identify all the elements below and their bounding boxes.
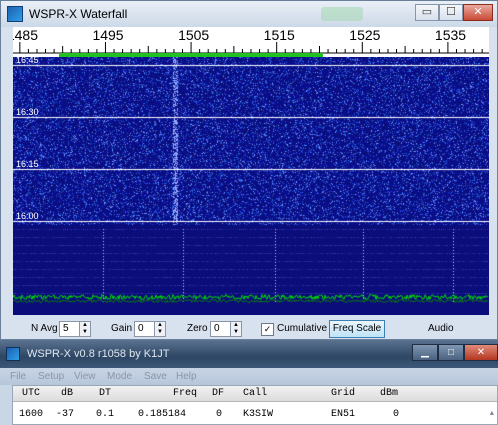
navg-spinbox[interactable]: 5 ▲ ▼	[59, 321, 91, 337]
col-utc[interactable]: UTC	[22, 388, 40, 399]
freq-scale-button[interactable]: Freq Scale	[329, 320, 385, 338]
waterfall-display[interactable]: 16:45 16:30 16:15 16:00	[13, 57, 489, 315]
scale-label: 1505	[178, 27, 210, 43]
navg-label: N Avg	[31, 323, 58, 334]
scale-label: 1535	[434, 27, 467, 43]
audio-label: Audio	[428, 323, 454, 334]
waterfall-controls: N Avg 5 ▲ ▼ Gain 0 ▲ ▼ Zero 0 ▲ ▼ ✓ Cumulative…	[13, 319, 489, 339]
close-button[interactable]: ✕	[464, 344, 498, 361]
cell-dt: 0.1	[96, 409, 115, 420]
app-icon	[7, 6, 23, 22]
menu-help[interactable]: Help	[176, 371, 197, 382]
gain-value: 0	[138, 323, 144, 334]
main-titlebar[interactable]: WSPR-X v0.8 r1058 by K1JT ▁ □ ✕	[0, 340, 498, 368]
waterfall-titlebar[interactable]: WSPR-X Waterfall ▭ ☐ ✕	[1, 1, 497, 27]
cell-freq: 0.185184	[138, 409, 187, 420]
cell-db: -37	[56, 409, 75, 420]
main-window: WSPR-X v0.8 r1058 by K1JT ▁ □ ✕ File Set…	[0, 340, 498, 425]
cell-dbm: 0	[393, 409, 400, 420]
col-dbm[interactable]: dBm	[380, 388, 398, 399]
scale-label: 1485	[13, 27, 39, 43]
maximize-button[interactable]: ☐	[439, 4, 463, 21]
decodes-table: UTC dB DT Freq DF Call Grid dBm 1600 -37…	[12, 385, 498, 425]
spin-arrows-icon[interactable]: ▲ ▼	[79, 322, 90, 336]
spin-arrows-icon[interactable]: ▲ ▼	[230, 322, 241, 336]
time-mark-label: 16:30	[16, 107, 39, 117]
title-highlight	[321, 7, 363, 21]
close-button[interactable]: ✕	[463, 4, 493, 21]
cumulative-checkbox[interactable]: ✓	[261, 323, 274, 336]
table-header: UTC dB DT Freq DF Call Grid dBm	[13, 386, 497, 402]
gain-spinbox[interactable]: 0 ▲ ▼	[134, 321, 166, 337]
menu-mode[interactable]: Mode	[107, 371, 132, 382]
spin-arrows-icon[interactable]: ▲ ▼	[154, 322, 165, 336]
waterfall-title: WSPR-X Waterfall	[29, 7, 128, 21]
scale-label: 1515	[263, 27, 295, 43]
cell-df: 0	[216, 409, 223, 420]
time-mark-label: 16:45	[16, 57, 39, 65]
cell-call: K3SIW	[243, 409, 274, 420]
menu-file[interactable]: File	[10, 371, 26, 382]
col-call[interactable]: Call	[243, 388, 267, 399]
zero-value: 0	[214, 323, 220, 334]
col-freq[interactable]: Freq	[173, 388, 197, 399]
zero-spinbox[interactable]: 0 ▲ ▼	[210, 321, 242, 337]
cell-grid: EN51	[331, 409, 356, 420]
gain-label: Gain	[111, 323, 133, 334]
col-df[interactable]: DF	[212, 388, 224, 399]
col-grid[interactable]: Grid	[331, 388, 355, 399]
scale-label: 1495	[92, 27, 124, 43]
main-title: WSPR-X v0.8 r1058 by K1JT	[27, 348, 170, 360]
waterfall-canvas	[13, 57, 489, 315]
menu-setup[interactable]: Setup	[38, 371, 64, 382]
cumulative-label: Cumulative	[277, 323, 328, 334]
app-icon	[6, 347, 20, 361]
cell-utc: 1600	[19, 409, 44, 420]
scale-label: 1525	[349, 27, 381, 43]
col-db[interactable]: dB	[61, 388, 73, 399]
time-mark-label: 16:15	[16, 159, 39, 169]
menubar: File Setup View Mode Save Help	[0, 368, 498, 385]
navg-value: 5	[63, 323, 69, 334]
maximize-button[interactable]: □	[438, 344, 464, 361]
menu-view[interactable]: View	[74, 371, 96, 382]
time-mark-label: 16:00	[16, 211, 39, 221]
menu-save[interactable]: Save	[144, 371, 167, 382]
waterfall-window: WSPR-X Waterfall ▭ ☐ ✕ 14851495150515151…	[0, 0, 498, 340]
minimize-button[interactable]: ▁	[412, 344, 438, 361]
minimize-button[interactable]: ▭	[415, 4, 439, 21]
frequency-scale: 1485 1495 1505 1515 1525 1535	[13, 27, 489, 57]
col-dt[interactable]: DT	[99, 388, 111, 399]
zero-label: Zero	[187, 323, 208, 334]
scroll-up-icon[interactable]: ▲	[490, 410, 494, 418]
